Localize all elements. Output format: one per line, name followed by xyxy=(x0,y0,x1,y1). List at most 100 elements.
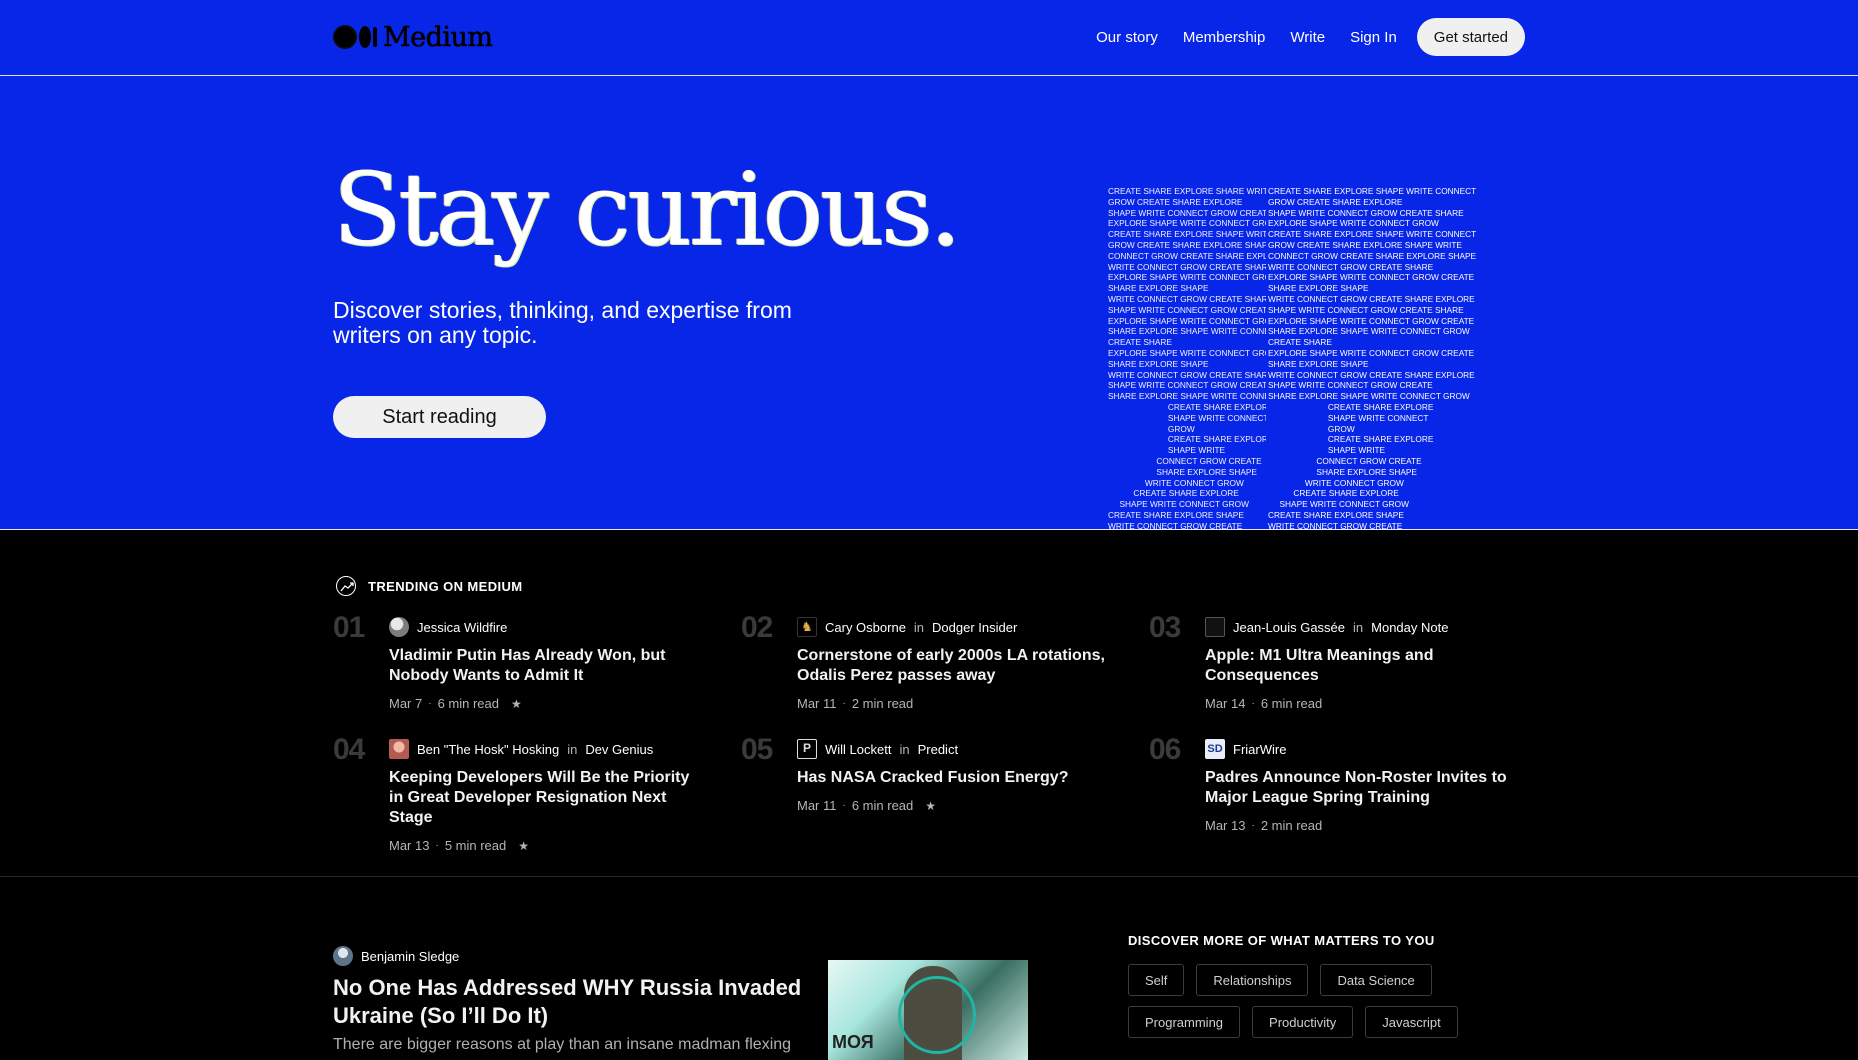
publication-name[interactable]: Monday Note xyxy=(1371,620,1448,635)
word-art-line: GROW CREATE SHARE EXPLORE xyxy=(1268,196,1403,207)
tag-self[interactable]: Self xyxy=(1128,964,1185,996)
separator-dot: · xyxy=(842,698,846,709)
word-art-line: CREATE SHARE EXPLORE SHAPE xyxy=(1268,509,1404,520)
author-name[interactable]: Cary Osborne xyxy=(825,620,906,635)
author-name[interactable]: FriarWire xyxy=(1233,742,1286,757)
word-art-line: SHARE EXPLORE SHAPE xyxy=(1268,283,1369,294)
tag-data-science[interactable]: Data Science xyxy=(1320,964,1432,996)
trending-meta: Mar 11 · 2 min read xyxy=(797,696,1107,711)
trending-byline: P Will Lockett in Predict xyxy=(797,739,1107,759)
author-avatar[interactable] xyxy=(1205,617,1225,637)
get-started-button[interactable]: Get started xyxy=(1416,18,1525,56)
trending-byline: Ben "The Hosk" Hosking in Dev Genius xyxy=(389,739,699,759)
word-art-line: SHARE EXPLORE SHAPE WRITE CONNECT GROW xyxy=(1268,326,1470,337)
trending-title[interactable]: Apple: M1 Ultra Meanings and Consequence… xyxy=(1205,646,1515,686)
trending-label: TRENDING ON MEDIUM xyxy=(368,578,523,594)
author-avatar[interactable]: SD xyxy=(1205,739,1225,759)
feed-post[interactable]: Benjamin Sledge No One Has Addressed WHY… xyxy=(333,946,803,1056)
feed-section: Benjamin Sledge No One Has Addressed WHY… xyxy=(0,878,1858,1060)
trending-title[interactable]: Has NASA Cracked Fusion Energy? xyxy=(797,768,1107,788)
author-avatar[interactable]: ♞ xyxy=(797,617,817,637)
word-art-line: SHAPE WRITE CONNECT GROW CREATE xyxy=(1108,304,1266,315)
word-art-line: EXPLORE SHAPE WRITE CONNECT GROW xyxy=(1108,272,1266,283)
member-star-icon: ★ xyxy=(925,798,937,813)
word-art-line: EXPLORE SHAPE WRITE CONNECT GROW xyxy=(1108,347,1266,358)
word-art-line: WRITE CONNECT GROW CREATE SHARE xyxy=(1268,261,1434,272)
word-art-line: SHAPE WRITE CONNECT GROW CREATE xyxy=(1108,380,1266,391)
medium-logo[interactable]: Medium xyxy=(333,21,493,53)
author-name[interactable]: Jessica Wildfire xyxy=(417,620,507,635)
word-art-line: CREATE SHARE EXPLORE SHAPE WRITE CONNECT xyxy=(1268,229,1477,240)
in-label: in xyxy=(899,741,910,757)
in-label: in xyxy=(1353,619,1364,635)
post-title[interactable]: No One Has Addressed WHY Russia Invaded … xyxy=(333,974,803,1030)
trending-byline: Jean-Louis Gassée in Monday Note xyxy=(1205,617,1515,637)
author-name[interactable]: Ben "The Hosk" Hosking xyxy=(417,742,559,757)
thumbnail-text: МОЯ xyxy=(832,1032,874,1052)
word-art-line: SHARE EXPLORE SHAPE WRITE CONNECT xyxy=(1108,391,1266,402)
separator-dot: · xyxy=(435,840,439,851)
trending-byline: SD FriarWire xyxy=(1205,739,1515,759)
tag-productivity[interactable]: Productivity xyxy=(1252,1006,1354,1038)
read-time: 2 min read xyxy=(851,696,914,711)
read-time: 6 min read xyxy=(1260,696,1323,711)
word-art-line: CONNECT GROW CREATE SHARE EXPLORE xyxy=(1108,250,1266,261)
post-date: Mar 14 xyxy=(1205,696,1246,711)
word-art-line: SHAPE WRITE CONNECT xyxy=(1108,412,1266,423)
author-name[interactable]: Benjamin Sledge xyxy=(361,949,459,964)
word-art-line: SHAPE WRITE CONNECT GROW xyxy=(1108,499,1249,510)
post-thumbnail[interactable]: МОЯ xyxy=(828,960,1028,1060)
word-art-line: CREATE SHARE EXPLORE xyxy=(1108,434,1266,445)
tag-programming[interactable]: Programming xyxy=(1128,1006,1241,1038)
word-art-line: EXPLORE SHAPE WRITE CONNECT GROW xyxy=(1268,218,1439,229)
hero-title: Stay curious. xyxy=(333,151,962,268)
post-date: Mar 11 xyxy=(797,798,837,813)
author-name[interactable]: Jean-Louis Gassée xyxy=(1233,620,1345,635)
tag-javascript[interactable]: Javascript xyxy=(1365,1006,1458,1038)
author-avatar[interactable] xyxy=(333,946,353,966)
trending-meta: Mar 13 · 2 min read xyxy=(1205,818,1515,833)
word-art-line: CREATE SHARE EXPLORE SHARE WRITE xyxy=(1108,186,1266,196)
author-avatar[interactable]: P xyxy=(797,739,817,759)
publication-name[interactable]: Dev Genius xyxy=(585,742,653,757)
word-art-line: CONNECT GROW CREATE SHARE EXPLORE SHAPE xyxy=(1268,250,1477,261)
word-art-line: WRITE CONNECT GROW CREATE SHARE xyxy=(1108,369,1266,380)
word-art-line: CREATE SHARE xyxy=(1268,337,1332,348)
tag-relationships[interactable]: Relationships xyxy=(1196,964,1309,996)
trending-title[interactable]: Keeping Developers Will Be the Priority … xyxy=(389,768,699,828)
author-avatar[interactable] xyxy=(389,617,409,637)
nav-membership-link[interactable]: Membership xyxy=(1183,29,1266,46)
word-art-line: SHAPE WRITE CONNECT GROW CREATE SHARE xyxy=(1268,207,1464,218)
separator-dot: · xyxy=(842,800,846,811)
in-label: in xyxy=(913,619,925,635)
word-art-right-column: CREATE SHARE EXPLORE SHAPE WRITE CONNECT… xyxy=(1268,186,1488,530)
in-label: in xyxy=(567,741,578,757)
word-art-line: WRITE CONNECT GROW CREATE SHARE EXPLORE xyxy=(1268,293,1475,304)
nav-write-link[interactable]: Write xyxy=(1290,29,1325,46)
discover-panel: DISCOVER MORE OF WHAT MATTERS TO YOU Sel… xyxy=(1128,933,1528,1038)
topic-tags: Self Relationships Data Science Programm… xyxy=(1128,964,1508,1038)
trending-rank: 01 xyxy=(333,611,365,644)
start-reading-button[interactable]: Start reading xyxy=(333,396,546,438)
word-art-line: SHARE EXPLORE SHAPE xyxy=(1108,466,1257,477)
word-art-line: WRITE CONNECT GROW xyxy=(1108,477,1244,488)
word-art-line: CREATE SHARE EXPLORE xyxy=(1108,488,1239,499)
word-art-line: GROW xyxy=(1108,423,1195,434)
post-date: Mar 7 xyxy=(389,696,423,711)
publication-name[interactable]: Predict xyxy=(918,742,958,757)
trending-section: TRENDING ON MEDIUM 01 Jessica Wildfire V… xyxy=(0,531,1858,877)
nav-our-story-link[interactable]: Our story xyxy=(1096,29,1158,46)
read-time: 6 min read xyxy=(851,798,914,813)
trending-title[interactable]: Padres Announce Non-Roster Invites to Ma… xyxy=(1205,768,1515,808)
nav-sign-in-link[interactable]: Sign In xyxy=(1350,29,1397,46)
author-avatar[interactable] xyxy=(389,739,409,759)
trending-rank: 06 xyxy=(1149,733,1181,766)
author-name[interactable]: Will Lockett xyxy=(825,742,891,757)
trending-title[interactable]: Vladimir Putin Has Already Won, but Nobo… xyxy=(389,646,699,686)
publication-name[interactable]: Dodger Insider xyxy=(932,620,1017,635)
word-art-line: SHAPE WRITE CONNECT GROW CREATE xyxy=(1108,207,1266,218)
word-art-line: EXPLORE SHAPE WRITE CONNECT GROW CREATE xyxy=(1268,272,1475,283)
discover-heading: DISCOVER MORE OF WHAT MATTERS TO YOU xyxy=(1128,933,1435,948)
trending-title[interactable]: Cornerstone of early 2000s LA rotations,… xyxy=(797,646,1107,686)
trending-rank: 05 xyxy=(741,733,773,766)
